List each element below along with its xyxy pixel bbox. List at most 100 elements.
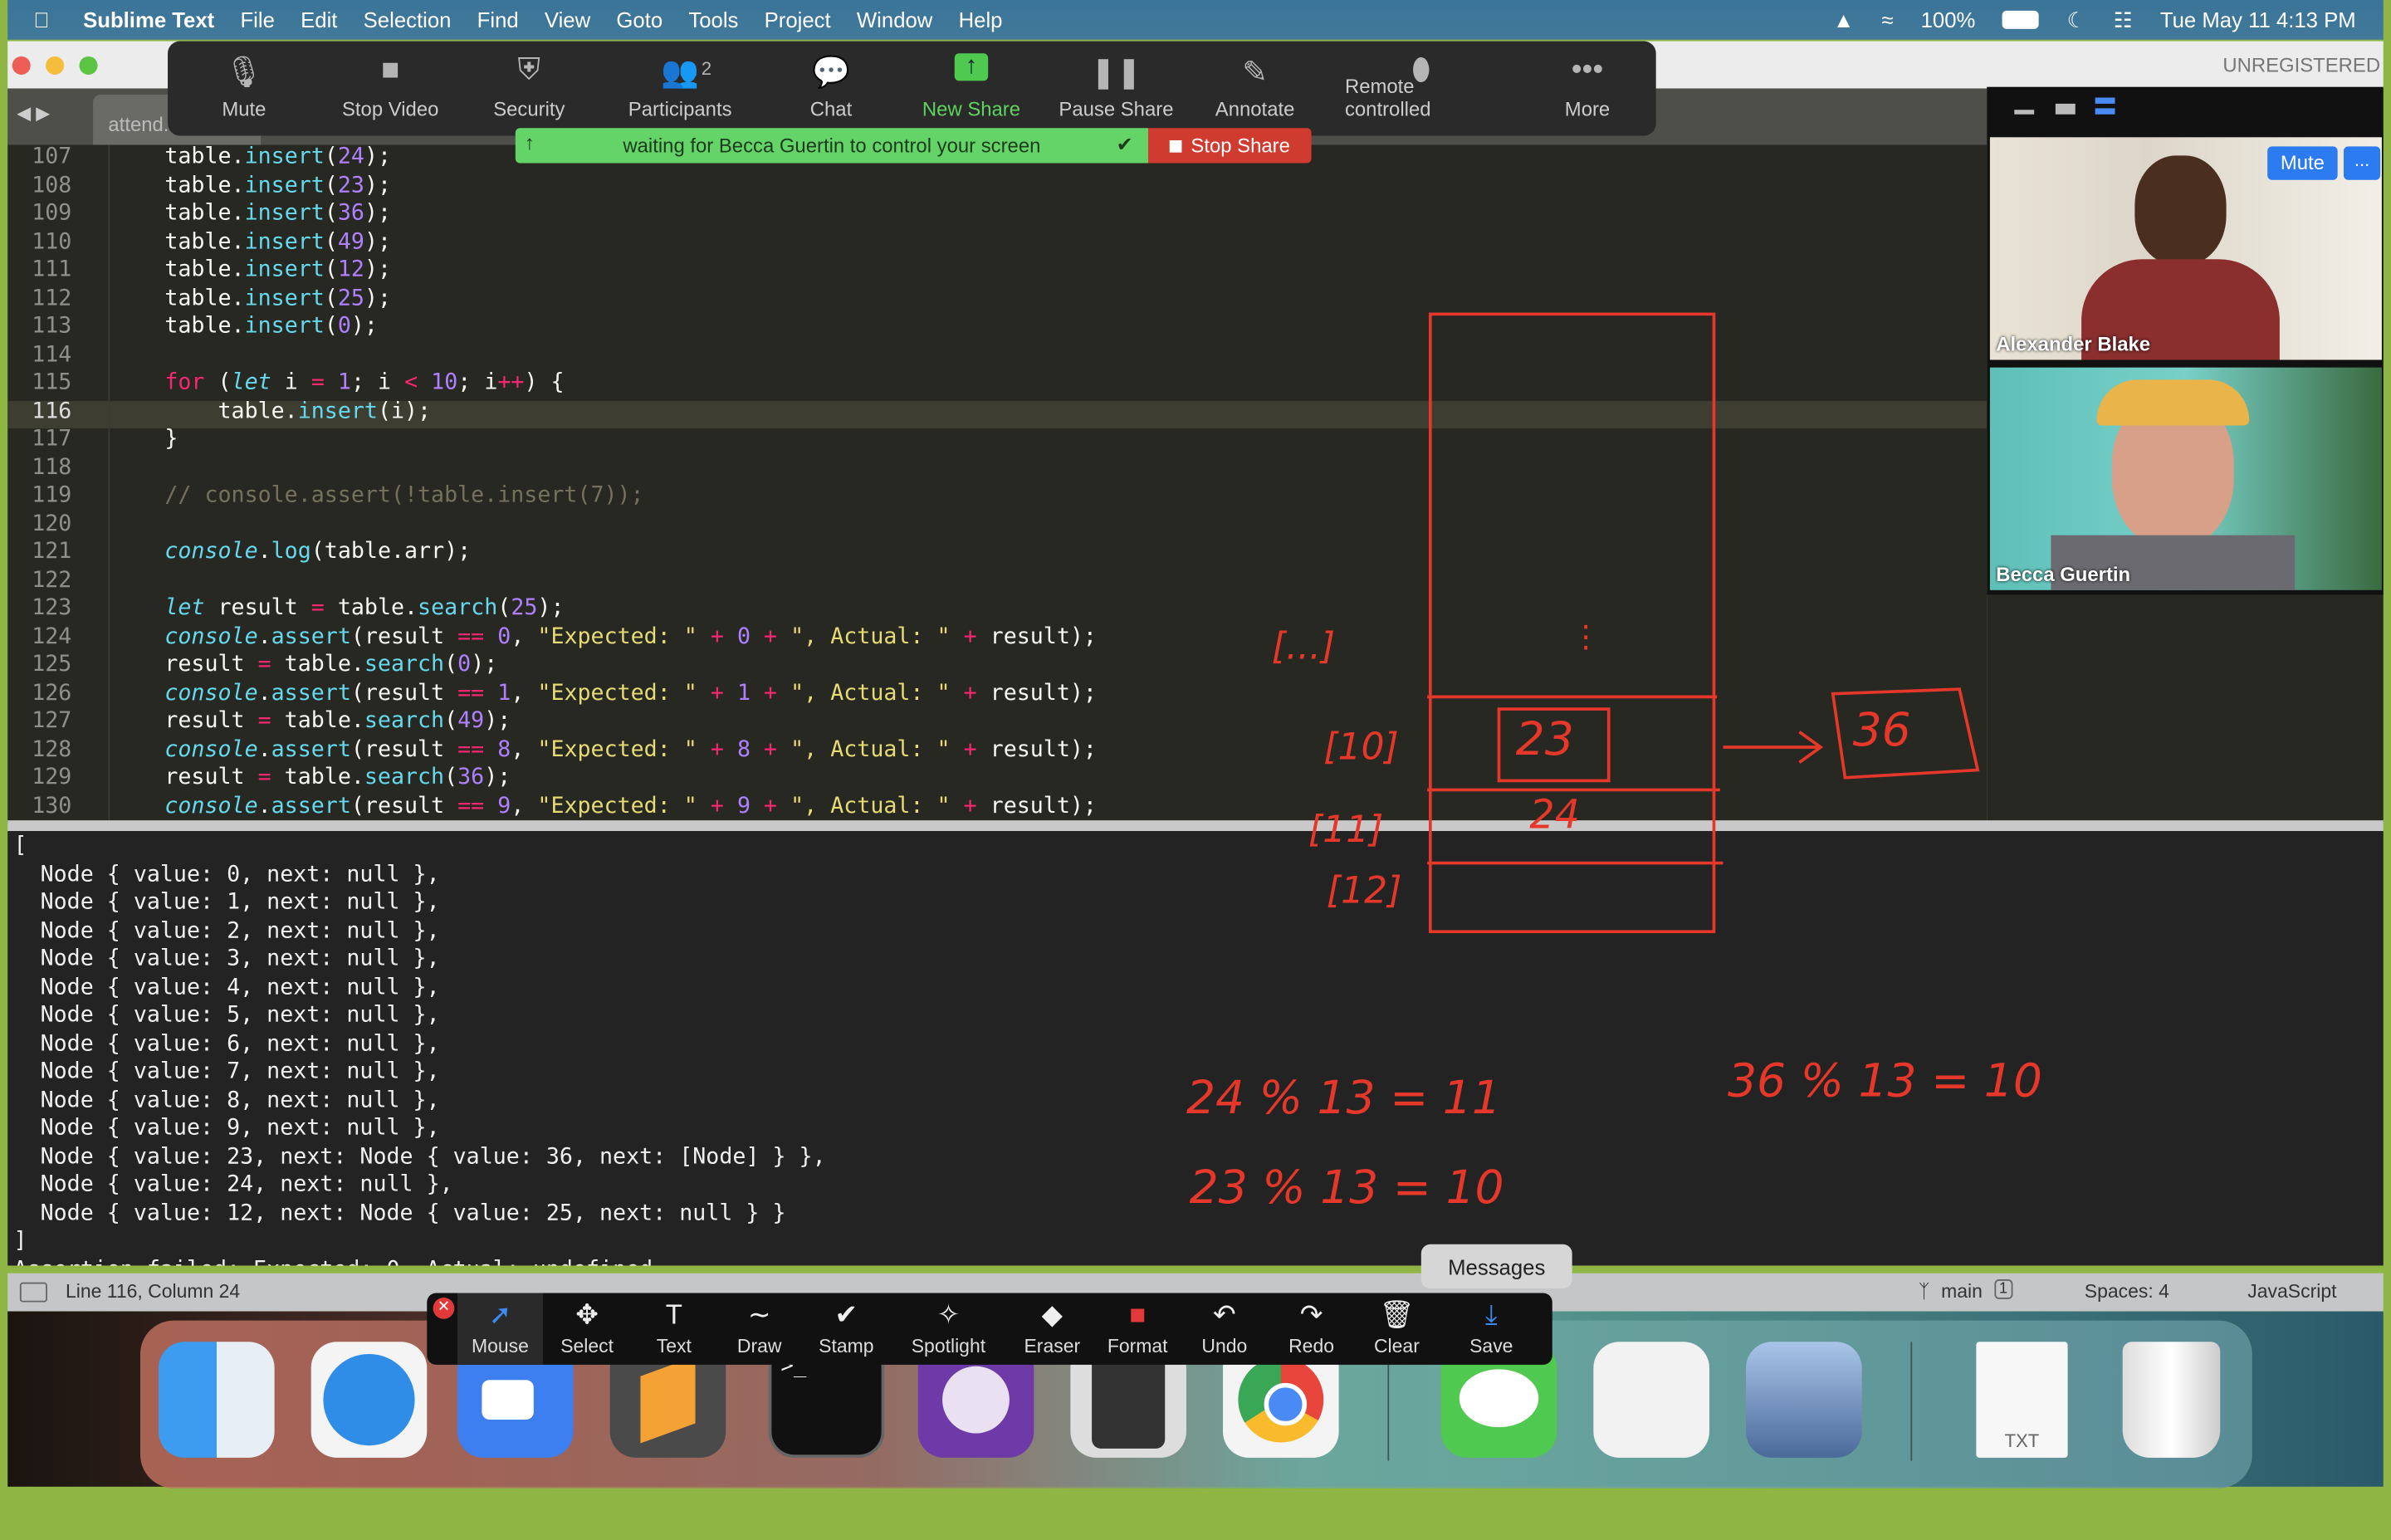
menu-edit[interactable]: Edit [301,7,337,32]
dock-finder-icon[interactable] [159,1342,275,1458]
battery-icon[interactable] [2002,10,2040,29]
panel-divider[interactable] [7,820,2384,832]
code-line[interactable]: table.insert(25); [164,286,391,310]
toolbar-security-button[interactable]: ⛨ Security [452,42,605,136]
annotate-select-button[interactable]: ✥ Select [545,1293,630,1365]
menu-view[interactable]: View [545,7,590,32]
dock-safari-icon[interactable] [310,1342,428,1458]
menu-find[interactable]: Find [477,7,519,32]
line-number: 130 [32,794,72,819]
annotate-format-button[interactable]: ■ Format [1095,1293,1181,1365]
code-line[interactable]: table.insert(49); [164,229,391,253]
maximize-window-button[interactable] [79,56,98,75]
toolbar-annotate-button[interactable]: ✎ Annotate [1179,42,1332,136]
code-editor[interactable]: 107 table.insert(24); 108 table.insert(23);… [7,144,1988,824]
stop-share-button[interactable]: Stop Share [1148,128,1312,164]
toolbar-more-button[interactable]: ••• More [1511,42,1664,136]
code-line[interactable]: } [164,427,178,451]
code-line[interactable]: table.insert(24); [164,144,391,169]
code-line[interactable]: result = table.search(0); [164,653,497,677]
code-token: console [164,624,258,649]
annotate-text-button[interactable]: T Text [631,1293,716,1365]
minimize-video-icon[interactable] [2014,110,2035,115]
code-line[interactable]: table.insert(i); [164,398,431,423]
code-line[interactable]: table.insert(36); [164,201,391,225]
code-line[interactable]: result = table.search(49); [164,709,511,733]
code-line[interactable]: table.insert(23); [164,173,391,197]
close-window-button[interactable] [12,56,31,75]
panel-toggle-icon[interactable] [19,1282,47,1303]
menu-app-name[interactable]: Sublime Text [83,7,214,32]
code-line[interactable]: table.insert(0); [164,314,378,338]
video-tile-alexander[interactable]: Mute ... Alexander Blake [1989,137,2382,360]
console-line: [ [13,834,27,859]
annotate-mouse-button[interactable]: ➚ Mouse [457,1293,543,1365]
indentation-setting[interactable]: Spaces: 4 [2085,1281,2169,1303]
menu-project[interactable]: Project [765,7,831,32]
code-token: ); [364,144,392,169]
dock-txt-file-icon[interactable]: TXT [1976,1342,2068,1458]
menu-tools[interactable]: Tools [688,7,738,32]
code-token: ( [324,229,338,254]
annotate-stamp-button[interactable]: ✔ Stamp [804,1293,889,1365]
code-token: } [164,427,178,452]
syntax-setting[interactable]: JavaScript [2247,1281,2336,1303]
minimize-window-button[interactable] [46,56,65,75]
code-token: assert [271,794,351,819]
line-number: 128 [32,737,72,762]
participant-more-button[interactable]: ... [2344,146,2381,180]
code-line[interactable]: console.assert(result == 8, "Expected: "… [164,737,1097,761]
code-line[interactable]: console.log(table.arr); [164,540,471,564]
dock-system-information-icon[interactable] [1593,1342,1709,1458]
toolbar-stop-video-button[interactable]: ■ Stop Video [314,42,467,136]
hide-video-icon[interactable] [2055,103,2076,115]
code-line[interactable]: result = table.search(36); [164,765,511,790]
code-line[interactable]: console.assert(result == 1, "Expected: "… [164,681,1097,705]
do-not-disturb-icon[interactable]: ☾ [2067,7,2086,32]
menu-goto[interactable]: Goto [616,7,663,32]
code-line[interactable]: table.insert(12); [164,257,391,281]
menu-file[interactable]: File [240,7,274,32]
code-line[interactable]: let result = table.search(25); [164,596,564,620]
annotate-eraser-button[interactable]: ◆ Eraser [1010,1293,1095,1365]
code-line[interactable]: console.assert(result == 9, "Expected: "… [164,794,1097,818]
mute-participant-button[interactable]: Mute [2267,146,2338,180]
nav-arrows-icon[interactable]: ◀ ▶ [17,102,50,124]
annotate-spotlight-button[interactable]: ✧ Spotlight [906,1293,991,1365]
toolbar-remote-controlled-button[interactable]: ⬮ Remote controlled [1345,42,1498,136]
annotate-draw-button[interactable]: ∼ Draw [716,1293,802,1365]
dock-preview-icon[interactable] [1746,1342,1862,1458]
dock-trash-icon[interactable] [2122,1342,2221,1458]
annotate-undo-button[interactable]: ↶ Undo [1181,1293,1267,1365]
code-token: table. [271,709,364,734]
toolbar-pause-share-button[interactable]: ❚❚ Pause Share [1040,42,1193,136]
annotate-label: Save [1469,1335,1513,1357]
code-line[interactable]: console.assert(result == 0, "Expected: "… [164,624,1097,648]
apple-icon[interactable]:  [33,7,49,32]
annotate-redo-button[interactable]: ↷ Redo [1269,1293,1354,1365]
code-line[interactable]: // console.assert(!table.insert(7)); [164,483,643,507]
control-center-icon[interactable]: ☷ [2114,7,2133,32]
wifi-icon[interactable]: ≈ [1881,7,1893,32]
annotate-save-button[interactable]: ⤓ Save [1449,1293,1534,1365]
git-branch[interactable]: main [1941,1281,1983,1303]
toolbar-chat-button[interactable]: 💬 Chat [755,42,907,136]
participant-name: Alexander Blake [1996,332,2151,355]
gallery-view-icon[interactable] [2095,97,2115,115]
code-line[interactable]: for (let i = 1; i < 10; i++) { [164,370,564,394]
toolbar-participants-button[interactable]: 👥 2 Participants [604,42,756,136]
upload-icon[interactable]: ▲ [1833,7,1854,32]
menu-window[interactable]: Window [857,7,932,32]
close-annotation-button[interactable]: ✕ [433,1298,455,1319]
annotate-clear-button[interactable]: 🗑 Clear [1354,1293,1440,1365]
code-token: + [963,624,977,649]
clock[interactable]: Tue May 11 4:13 PM [2160,7,2356,32]
toolbar-mute-button[interactable]: 🎙 Mute [168,42,320,136]
toolbar-new-share-button[interactable]: ↑ New Share [895,42,1048,136]
code-token: assert [271,737,351,762]
video-tile-becca[interactable]: Becca Guertin [1989,367,2382,590]
line-number: 112 [32,286,72,310]
menu-help[interactable]: Help [959,7,1003,32]
menu-selection[interactable]: Selection [364,7,452,32]
